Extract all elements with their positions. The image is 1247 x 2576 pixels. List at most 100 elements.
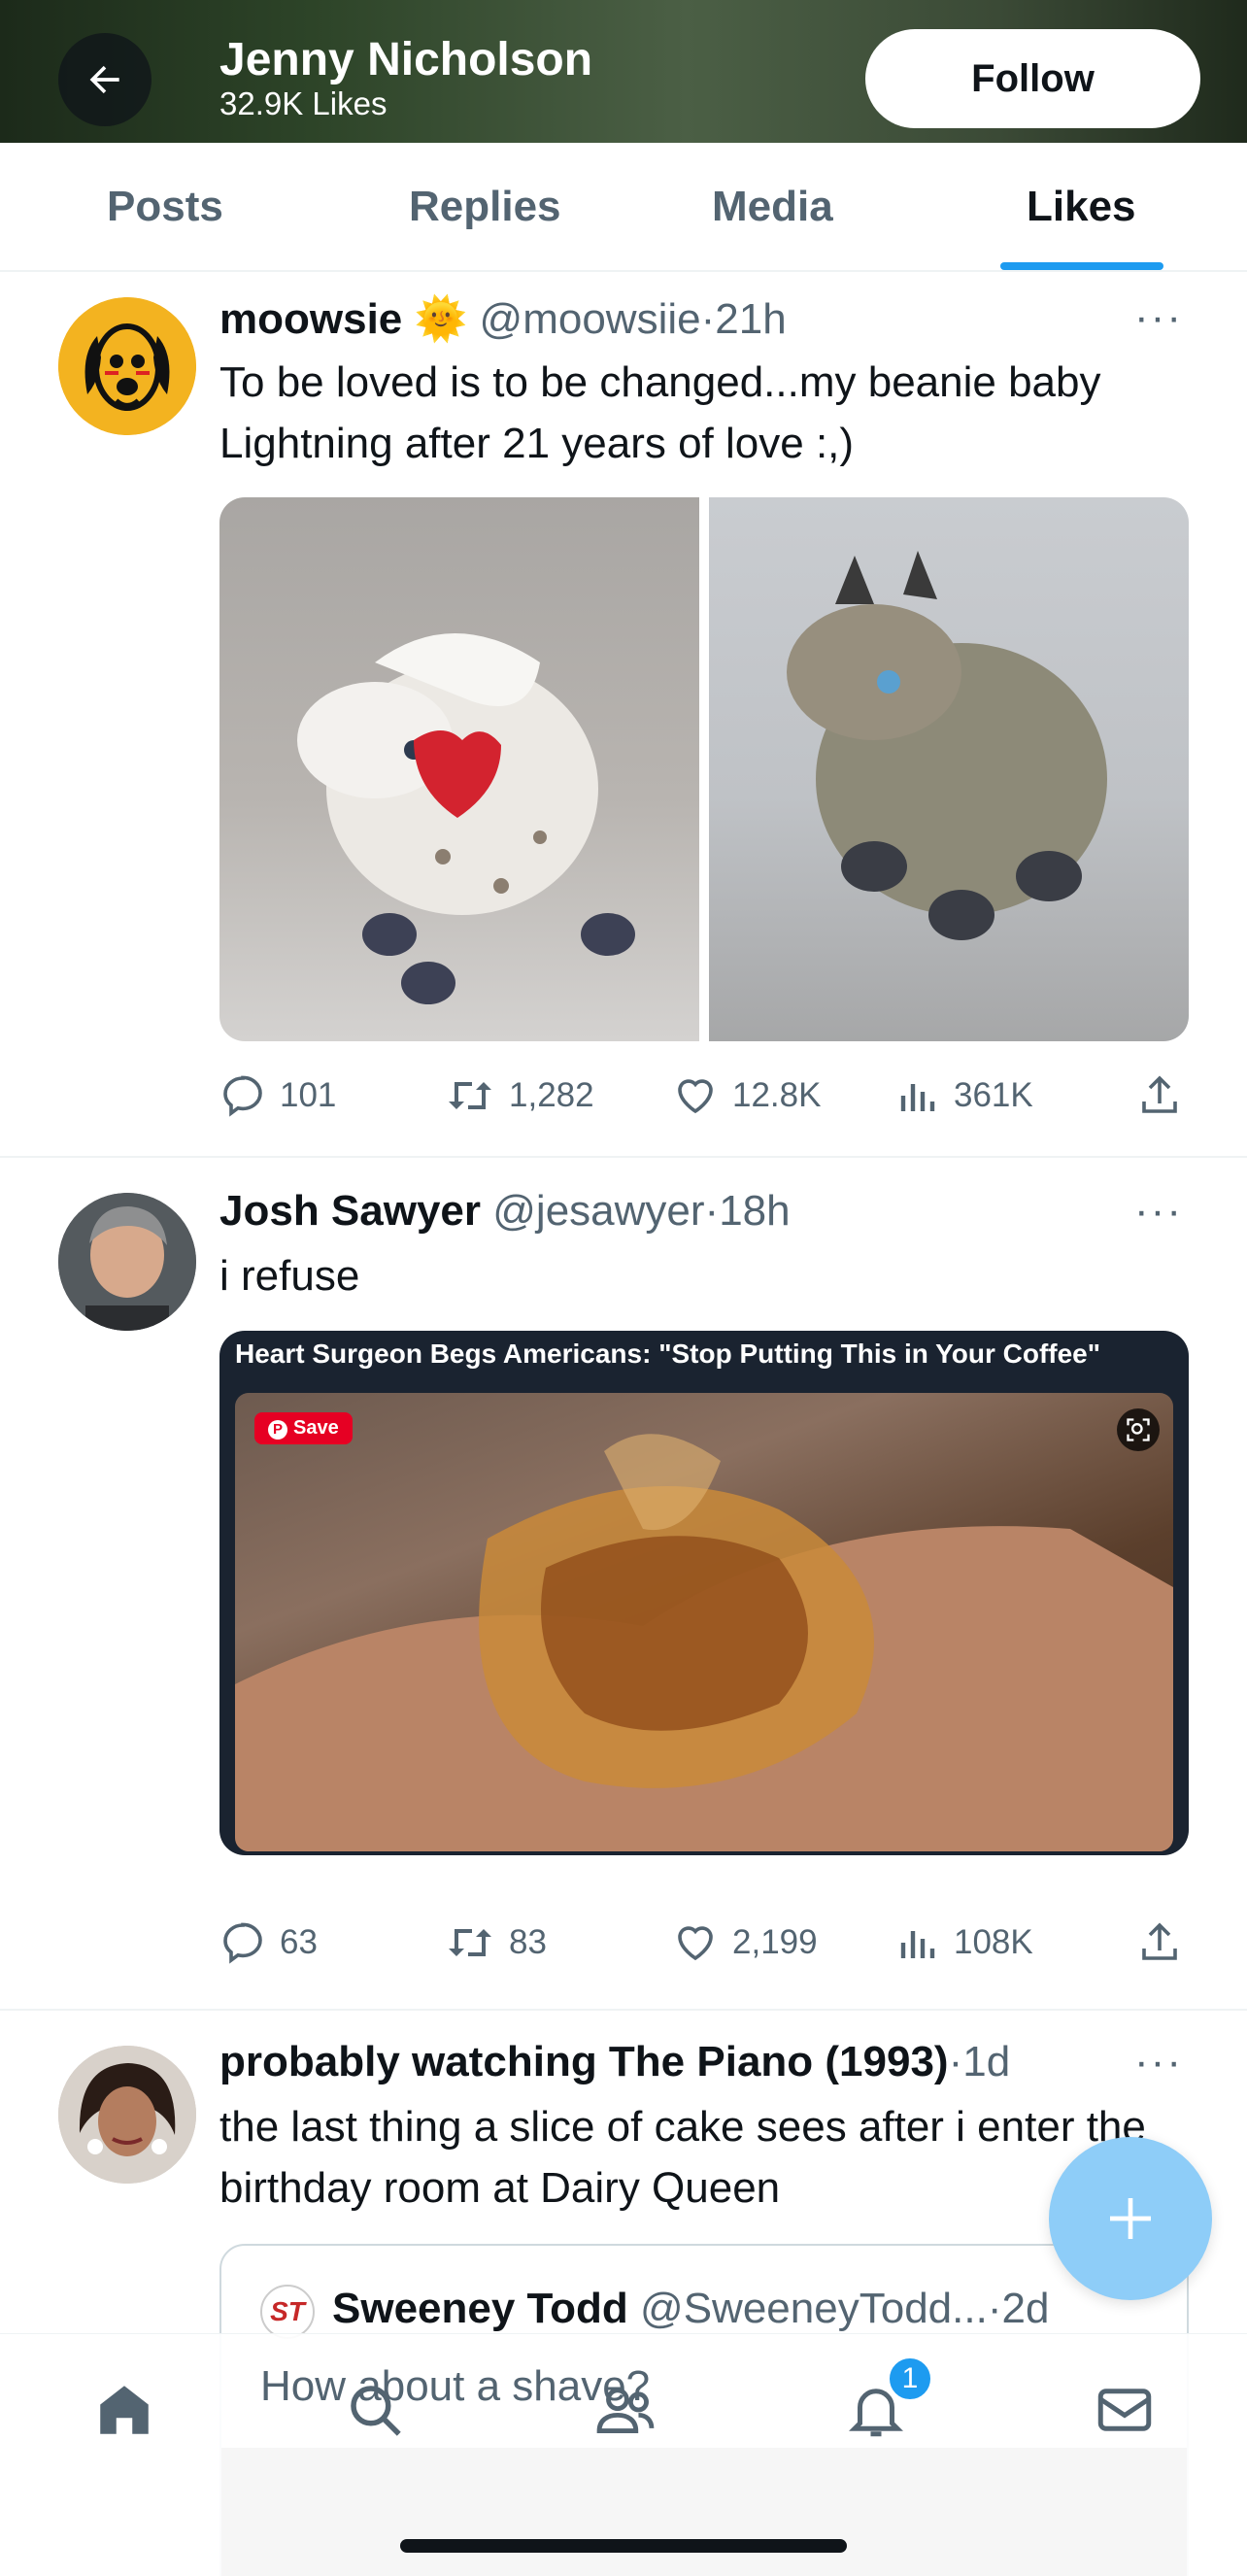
author-name[interactable]: Josh Sawyer (219, 1187, 481, 1235)
views-count: 361K (954, 1076, 1033, 1114)
media-grid[interactable] (219, 497, 1189, 1041)
home-icon (100, 2386, 149, 2434)
views-button[interactable]: 108K (897, 1914, 1033, 1972)
tweet-time[interactable]: 21h (715, 295, 786, 343)
messages-tab[interactable] (1086, 2371, 1163, 2449)
retweet-icon (449, 1929, 491, 1956)
quoted-author-name[interactable]: Sweeney Todd (332, 2285, 628, 2332)
tweet-header: moowsie 🌞 @moowsiie·21h (219, 293, 787, 344)
retweet-button[interactable]: 1,282 (445, 1067, 594, 1125)
views-count: 108K (954, 1923, 1033, 1961)
profile-tabs: Posts Replies Media Likes (0, 143, 1247, 272)
home-indicator[interactable] (400, 2539, 847, 2553)
tab-likes[interactable]: Likes (1027, 143, 1136, 270)
tab-replies[interactable]: Replies (409, 143, 561, 270)
active-tab-indicator (1000, 262, 1163, 270)
quoted-avatar: ST (260, 2285, 315, 2339)
author-name[interactable]: probably watching The Piano (1993) (219, 2038, 949, 2085)
author-handle[interactable]: @moowsiie (480, 295, 701, 343)
share-button[interactable] (1136, 1067, 1196, 1125)
tab-media[interactable]: Media (712, 143, 833, 270)
profile-header: Jenny Nicholson 32.9K Likes Follow (0, 0, 1247, 143)
reply-button[interactable]: 63 (219, 1914, 318, 1972)
reply-count: 63 (280, 1923, 318, 1961)
views-icon (900, 1931, 935, 1958)
save-label: Save (293, 1417, 339, 1439)
like-count: 2,199 (732, 1923, 818, 1961)
reply-icon (223, 1075, 262, 1117)
retweet-icon (449, 1082, 491, 1109)
like-icon (678, 1926, 713, 1961)
author-handle[interactable]: @jesawyer (492, 1187, 704, 1235)
tweet-header: probably watching The Piano (1993)·1d (219, 2038, 1010, 2086)
share-button[interactable] (1136, 1914, 1196, 1972)
avatar[interactable] (58, 2046, 196, 2184)
quoted-author-handle[interactable]: @SweeneyTodd... (640, 2285, 988, 2332)
beanie-baby-new-photo[interactable] (219, 497, 699, 1041)
like-button[interactable]: 12.8K (672, 1067, 821, 1125)
reply-count: 101 (280, 1076, 337, 1114)
tweet-moowsie[interactable]: moowsie 🌞 @moowsiie·21h ··· To be loved … (0, 272, 1247, 1158)
like-icon (678, 1079, 713, 1114)
back-button[interactable] (58, 33, 152, 126)
separator-dot: · (704, 1187, 720, 1235)
separator-dot: · (948, 2038, 963, 2085)
share-icon (1142, 1075, 1177, 1113)
retweet-count: 1,282 (509, 1076, 594, 1114)
author-emoji: 🌞 (414, 295, 468, 343)
views-icon (900, 1084, 935, 1111)
worn-horse-plush-image (787, 551, 1107, 940)
quoted-tweet-time[interactable]: 2d (1001, 2285, 1049, 2332)
quoted-header: Sweeney Todd @SweeneyTodd...·2d (332, 2285, 1049, 2333)
tweet-text: the last thing a slice of cake sees afte… (219, 2103, 1146, 2212)
person-photo-icon (58, 2046, 196, 2184)
compose-placeholder: How about a shave? (260, 2362, 651, 2410)
like-button[interactable]: 2,199 (672, 1914, 818, 1972)
more-options-button[interactable]: ··· (1134, 1187, 1183, 1236)
compose-button[interactable] (1049, 2137, 1212, 2300)
profile-name: Jenny Nicholson (219, 34, 593, 85)
honey-hand-image (235, 1434, 1173, 1851)
separator-dot: · (700, 295, 716, 343)
likes-count: 32.9K Likes (219, 85, 388, 121)
ad-video-card[interactable]: Heart Surgeon Begs Americans: "Stop Putt… (219, 1331, 1189, 1855)
person-photo-icon (58, 1193, 196, 1331)
avatar[interactable] (58, 1193, 196, 1331)
back-arrow-icon (89, 65, 119, 94)
reply-button[interactable]: 101 (219, 1067, 336, 1125)
dog-face-icon (58, 297, 196, 435)
reply-icon (223, 1922, 262, 1964)
tweet-text: i refuse (219, 1252, 360, 1300)
more-options-button[interactable]: ··· (1134, 2038, 1183, 2086)
tweet-time[interactable]: 18h (719, 1187, 790, 1235)
follow-button[interactable]: Follow (865, 29, 1200, 128)
save-button[interactable]: P Save (254, 1412, 353, 1444)
author-name[interactable]: moowsie (219, 295, 402, 343)
notifications-badge: 1 (886, 2355, 934, 2403)
home-tab[interactable] (85, 2371, 163, 2449)
retweet-button[interactable]: 83 (445, 1914, 547, 1972)
white-horse-plush-image (297, 633, 635, 1004)
card-title: Heart Surgeon Begs Americans: "Stop Putt… (235, 1339, 1101, 1369)
like-count: 12.8K (732, 1076, 822, 1114)
lens-search-icon (1127, 1418, 1150, 1441)
retweet-count: 83 (509, 1923, 547, 1961)
share-icon (1142, 1922, 1177, 1960)
beanie-baby-old-photo[interactable] (709, 497, 1189, 1041)
tab-posts[interactable]: Posts (107, 143, 223, 270)
tweet-josh-sawyer[interactable]: Josh Sawyer @jesawyer·18h ··· i refuse H… (0, 1158, 1247, 2011)
plus-icon (1110, 2198, 1151, 2239)
separator-dot: · (987, 2285, 1002, 2332)
tweet-actions: 63 83 2,199 108K (219, 1914, 1191, 1972)
video-frame[interactable]: P Save (235, 1393, 1173, 1851)
visual-search-button[interactable] (1117, 1408, 1160, 1451)
tweet-time[interactable]: 1d (962, 2038, 1010, 2085)
tweet-header: Josh Sawyer @jesawyer·18h (219, 1187, 791, 1236)
more-options-button[interactable]: ··· (1134, 293, 1183, 342)
views-button[interactable]: 361K (897, 1067, 1033, 1125)
tweet-actions: 101 1,282 12.8K 361K (219, 1067, 1191, 1125)
tweet-text: To be loved is to be changed...my beanie… (219, 358, 1101, 467)
pinterest-icon: P (268, 1420, 287, 1440)
mail-icon (1097, 2389, 1152, 2431)
avatar[interactable] (58, 297, 196, 435)
